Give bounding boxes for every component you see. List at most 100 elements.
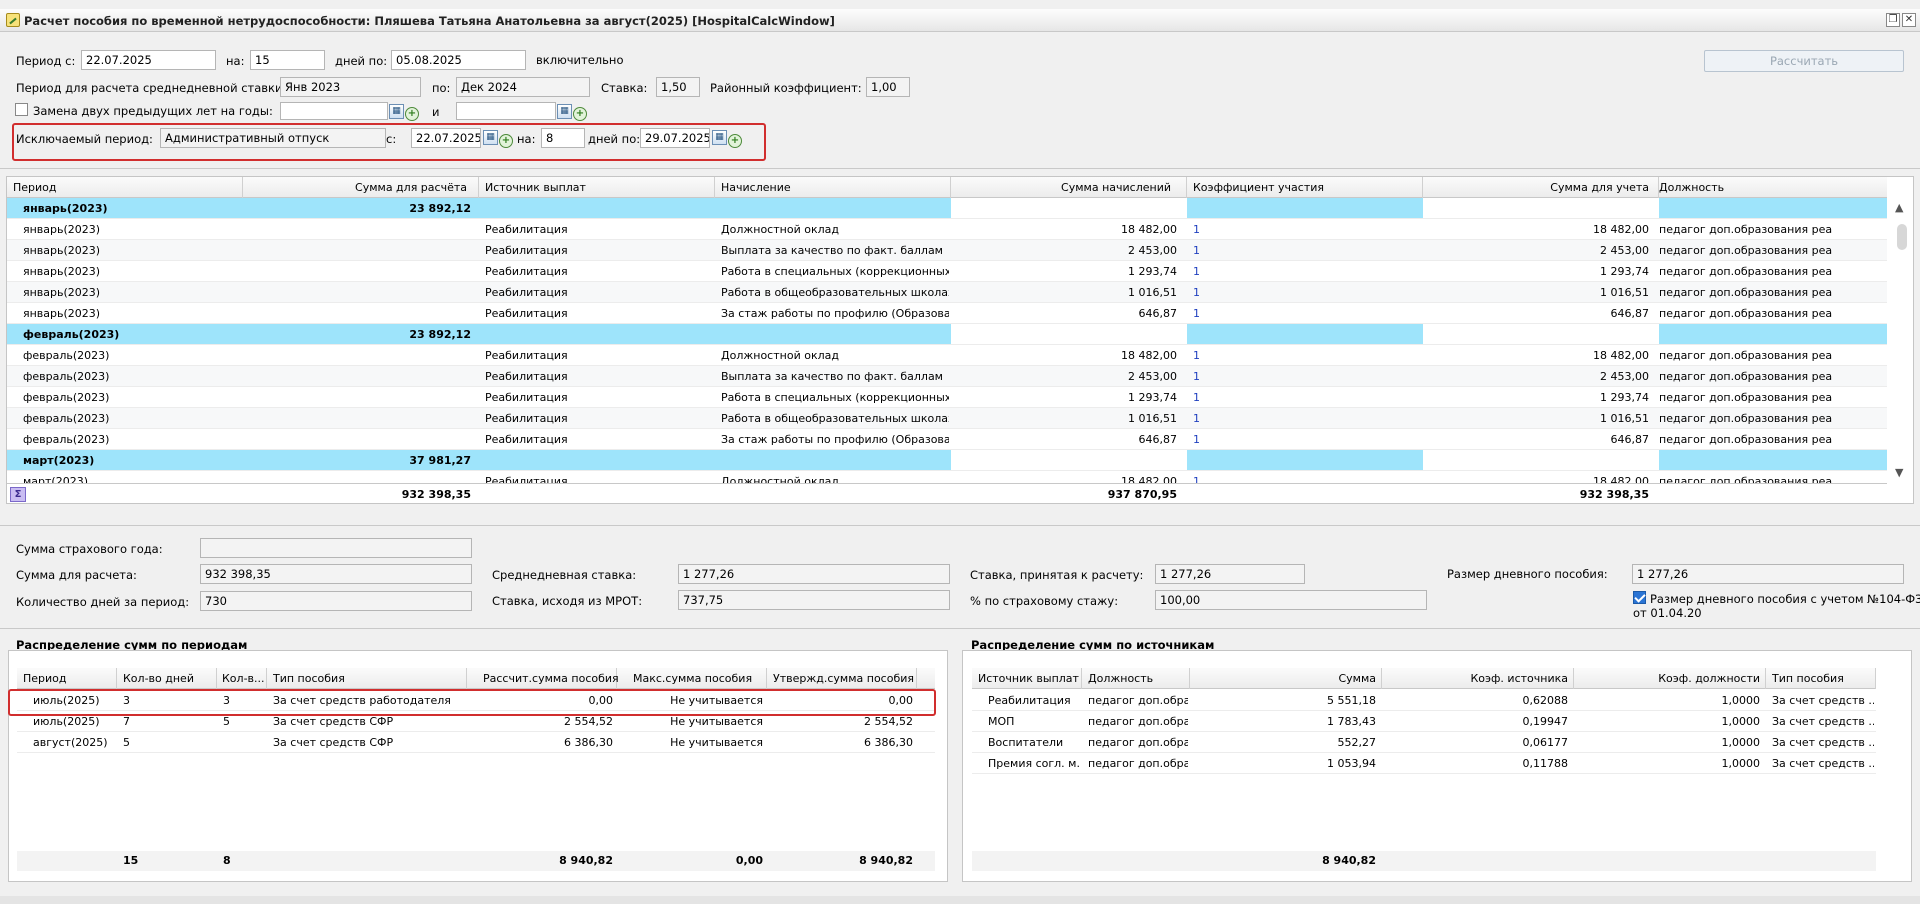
col-s-position[interactable]: Должность [1088,672,1153,685]
rate-field[interactable]: 1,50 [656,77,700,97]
col-source[interactable]: Источник выплат [485,181,586,194]
col-s-source[interactable]: Источник выплат [978,672,1079,685]
replace-year-2-field[interactable] [456,102,556,120]
ins-year-field[interactable] [200,538,472,558]
add-icon[interactable]: + [728,134,742,148]
col-amount[interactable]: Сумма начислений [951,181,1171,194]
p-total-cnt: 8 [223,854,231,867]
col-p-max[interactable]: Макс.сумма пособия [633,672,752,685]
calendar-icon[interactable]: ▦ [483,130,498,145]
table-row[interactable]: январь(2023) Реабилитация Работа в общеобр… [7,282,1887,303]
avg-from-field[interactable]: Янв 2023 [280,77,421,97]
grid-scrollbar[interactable]: ▲ ▼ [1889,198,1913,483]
col-s-ksrc[interactable]: Коэф. источника [1382,672,1568,685]
col-s-kpos[interactable]: Коэф. должности [1574,672,1760,685]
calendar-icon[interactable]: ▦ [557,104,572,119]
group-row[interactable]: февраль(2023) 23 892,12 [7,324,1887,345]
list-item[interactable]: Реабилитация педагог доп.обра... 5 551,18 0… [972,690,1876,711]
list-item[interactable]: июль(2025) 3 3 За счет средств работодателя… [17,690,935,711]
col-coef[interactable]: Коэффициент участия [1193,181,1324,194]
col-p-period[interactable]: Период [23,672,67,685]
col-accrual[interactable]: Начисление [721,181,791,194]
regional-field[interactable]: 1,00 [866,77,910,97]
calc-sum-field[interactable]: 932 398,35 [200,564,472,584]
calculate-button[interactable]: Рассчитать [1704,50,1904,72]
add-icon[interactable]: + [405,107,419,121]
col-sum-calc[interactable]: Сумма для расчёта [243,181,467,194]
col-p-cnt[interactable]: Кол-в... [222,672,264,685]
table-row[interactable]: февраль(2023) Реабилитация Работа в общеоб… [7,408,1887,429]
excluded-type-field[interactable]: Административный отпуск [160,128,386,148]
scroll-down-icon[interactable]: ▼ [1895,466,1903,479]
cell-period: январь(2023) [23,244,101,257]
col-s-sum[interactable]: Сумма [1190,672,1376,685]
and-label: и [432,105,440,119]
add-icon[interactable]: + [573,107,587,121]
table-row[interactable]: январь(2023) Реабилитация За стаж работы п… [7,303,1887,324]
col-s-type[interactable]: Тип пособия [1772,672,1844,685]
list-item[interactable]: Воспитатели педагог доп.обра... 552,27 0,06… [972,732,1876,753]
cell-sum-acc: 18 482,00 [1593,223,1649,236]
table-row[interactable]: февраль(2023) Реабилитация За стаж работы … [7,429,1887,450]
cell-amount: 2 453,00 [1128,244,1177,257]
table-row[interactable]: февраль(2023) Реабилитация Работа в специа… [7,387,1887,408]
table-row[interactable]: январь(2023) Реабилитация Выплата за качес… [7,240,1887,261]
list-item[interactable]: август(2025) 5 За счет средств СФР 6 386,30… [17,732,935,753]
replace-year-1-field[interactable] [280,102,388,120]
scroll-up-icon[interactable]: ▲ [1895,201,1903,214]
group-row[interactable]: январь(2023) 23 892,12 [7,198,1887,219]
p-appr: 2 554,52 [864,715,913,728]
add-icon[interactable]: + [499,134,513,148]
col-p-days[interactable]: Кол-во дней [123,672,194,685]
periods-totals: 15 8 8 940,82 0,00 8 940,82 [17,851,935,871]
avg-to-field[interactable]: Дек 2024 [456,77,590,97]
period-to-field[interactable]: 05.08.2025 [391,50,526,70]
days-field[interactable]: 730 [200,591,472,611]
col-p-type[interactable]: Тип пособия [273,672,345,685]
col-sum-acc[interactable]: Сумма для учета [1423,181,1649,194]
col-period[interactable]: Период [13,181,57,194]
accepted-field[interactable]: 1 277,26 [1155,564,1305,584]
law-checkbox[interactable] [1633,591,1646,604]
calendar-icon[interactable]: ▦ [712,130,727,145]
days-count-field[interactable]: 15 [250,50,325,70]
percent-field[interactable]: 100,00 [1155,590,1427,610]
list-item[interactable]: Премия согл. м... педагог доп.обра... 1 05… [972,753,1876,774]
scroll-thumb[interactable] [1897,224,1907,250]
excluded-days-field[interactable]: 8 [541,128,585,148]
cell-period: февраль(2023) [23,433,110,446]
excluded-to-field[interactable]: 29.07.2025 [640,128,710,148]
group-period: март(2023) [23,454,95,467]
period-from-field[interactable]: 22.07.2025 [81,50,216,70]
p-cnt: 3 [223,694,230,707]
s-ksrc: 0,19947 [1522,715,1569,728]
restore-icon[interactable]: ❐ [1886,13,1900,27]
excluded-from-field[interactable]: 22.07.2025 [411,128,481,148]
table-row[interactable]: февраль(2023) Реабилитация Должностной окл… [7,345,1887,366]
list-item[interactable]: июль(2025) 7 5 За счет средств СФР 2 554,52 Н… [17,711,935,732]
replace-years-label: Замена двух предыдущих лет на годы: [33,104,273,118]
replace-years-checkbox[interactable] [15,103,28,116]
s-position: педагог доп.обра... [1088,715,1188,728]
p-appr: 0,00 [888,694,914,707]
col-position[interactable]: Должность [1659,181,1724,194]
cell-sum-acc: 1 293,74 [1600,265,1649,278]
table-row[interactable]: январь(2023) Реабилитация Работа в специал… [7,261,1887,282]
inclusive-label: включительно [536,53,624,67]
cell-sum-acc: 2 453,00 [1600,244,1649,257]
daily-field[interactable]: 1 277,26 [1632,564,1904,584]
list-item[interactable]: МОП педагог доп.обра... 1 783,43 0,19947 1,0… [972,711,1876,732]
avg-rate-field[interactable]: 1 277,26 [678,564,950,584]
close-icon[interactable]: ✕ [1902,13,1916,27]
sigma-icon[interactable]: Σ [10,487,26,502]
mrot-field[interactable]: 737,75 [678,590,950,610]
p-period: июль(2025) [33,694,100,707]
col-p-appr[interactable]: Утвержд.сумма пособия [773,672,914,685]
calendar-icon[interactable]: ▦ [389,104,404,119]
p-calc: 6 386,30 [564,736,613,749]
rate-label: Ставка: [601,81,648,95]
group-row[interactable]: март(2023) 37 981,27 [7,450,1887,471]
table-row[interactable]: февраль(2023) Реабилитация Выплата за каче… [7,366,1887,387]
col-p-calc[interactable]: Рассчит.сумма пособия [483,672,619,685]
table-row[interactable]: январь(2023) Реабилитация Должностной окла… [7,219,1887,240]
